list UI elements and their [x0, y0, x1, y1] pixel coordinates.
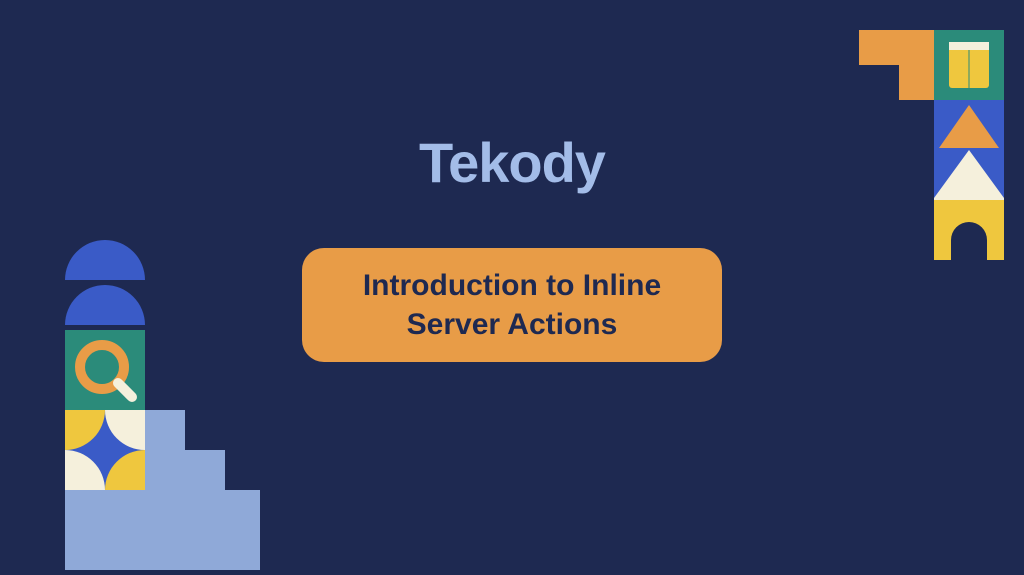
brand-title: Tekody	[419, 130, 605, 195]
decoration-right	[859, 30, 1009, 310]
decoration-left	[50, 230, 260, 570]
subtitle-badge: Introduction to Inline Server Actions	[302, 248, 722, 362]
geometric-shapes-right-icon	[859, 30, 1009, 310]
geometric-shapes-left-icon	[50, 230, 260, 570]
